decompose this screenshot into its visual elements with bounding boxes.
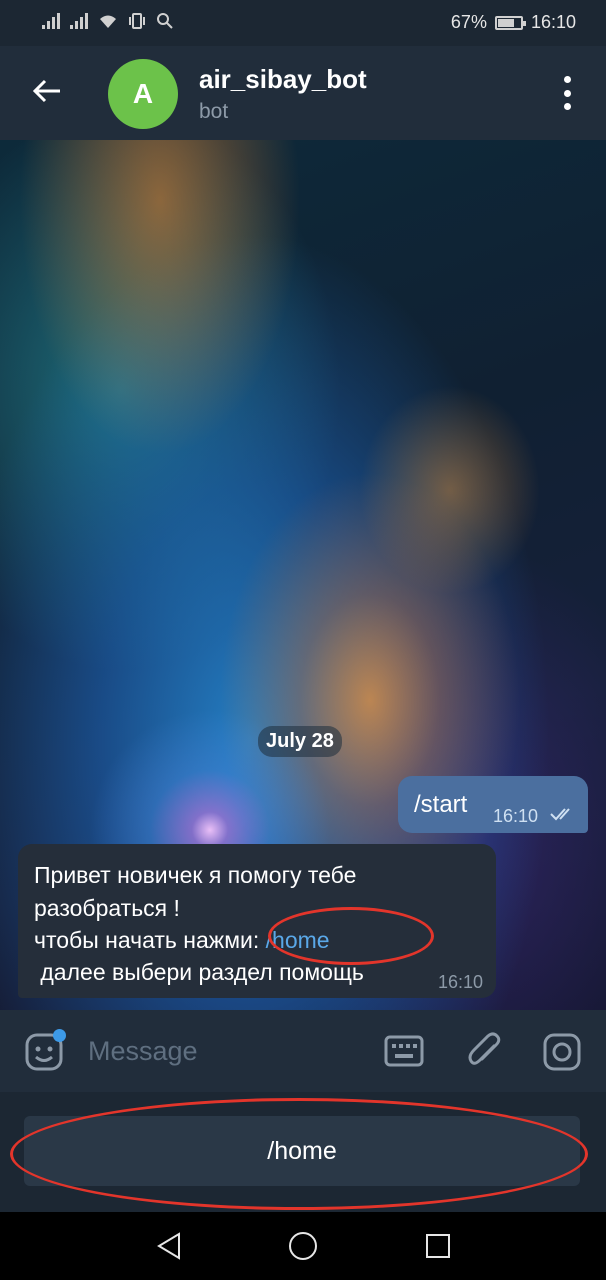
status-bar: 67% 16:10: [0, 0, 606, 46]
incoming-line-1: Привет новичек я помогу тебе: [34, 862, 357, 888]
signal-icon: [42, 13, 60, 29]
battery-percent: 67%: [450, 12, 487, 32]
status-icons-left: [42, 12, 174, 30]
incoming-line-4: далее выбери раздел помощь: [34, 959, 364, 985]
outgoing-time: 16:10: [493, 806, 539, 826]
message-input[interactable]: Message: [88, 1036, 198, 1067]
status-time: 16:10: [530, 12, 576, 32]
camera-icon[interactable]: [542, 1032, 582, 1072]
incoming-line-3-prefix: чтобы начать нажми:: [34, 927, 266, 953]
system-nav-bar: [0, 1212, 606, 1280]
incoming-line-2: разобраться !: [34, 895, 180, 921]
nav-home-icon[interactable]: [289, 1232, 317, 1260]
date-chip: July 28: [258, 726, 342, 757]
chat-header: A air_sibay_bot bot: [0, 46, 606, 140]
outgoing-text: /start: [414, 791, 468, 818]
search-status-icon: [157, 13, 173, 29]
status-icons-right: 67% 16:10: [451, 12, 576, 33]
annotation-ellipse-button: [10, 1098, 588, 1210]
chat-subtitle: bot: [199, 100, 229, 123]
attach-icon[interactable]: [466, 1032, 504, 1072]
avatar[interactable]: A: [108, 59, 178, 129]
signal-icon-2: [70, 13, 88, 29]
vibrate-icon: [129, 13, 145, 29]
incoming-message[interactable]: Привет новичек я помогу тебе разобраться…: [18, 844, 496, 998]
wifi-icon: [100, 15, 116, 28]
avatar-letter: A: [132, 78, 154, 109]
chat-title[interactable]: air_sibay_bot: [199, 64, 367, 95]
more-vert-icon[interactable]: [558, 76, 576, 110]
chat-area[interactable]: July 28 /start 16:10 Привет новичек я по…: [0, 140, 606, 1010]
battery-icon: [494, 15, 526, 30]
annotation-ellipse-link: [268, 907, 434, 965]
double-check-icon: [550, 808, 570, 821]
message-input-bar: Message: [0, 1010, 606, 1092]
nav-recent-icon[interactable]: [426, 1234, 450, 1258]
back-arrow-icon[interactable]: [30, 74, 64, 108]
keyboard-icon[interactable]: [384, 1034, 424, 1068]
nav-back-icon[interactable]: [155, 1232, 183, 1260]
notification-dot: [53, 1029, 66, 1042]
outgoing-message[interactable]: /start 16:10: [398, 776, 588, 833]
incoming-time: 16:10: [438, 972, 484, 992]
